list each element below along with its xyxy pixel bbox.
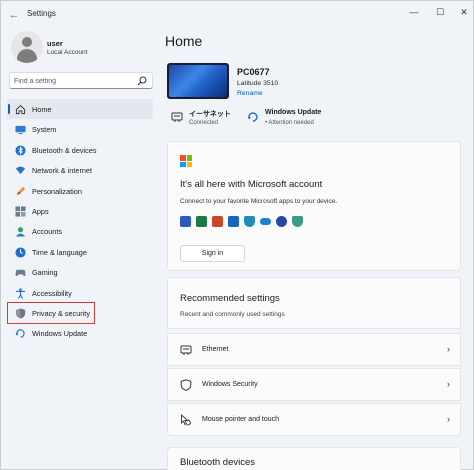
sidebar-item-bluetooth[interactable]: Bluetooth & devices bbox=[7, 140, 153, 160]
section-subtitle: Recent and commonly used settings bbox=[180, 311, 285, 318]
bluetooth-devices-card: Bluetooth devices bbox=[167, 447, 461, 470]
sidebar-item-label: Accessibility bbox=[32, 288, 72, 298]
bluetooth-icon bbox=[15, 145, 26, 156]
sidebar-item-accessibility[interactable]: Accessibility bbox=[7, 283, 153, 303]
device-name: PC0677 bbox=[237, 67, 270, 77]
recommended-row-windows-security[interactable]: Windows Security › bbox=[167, 368, 461, 401]
apps-icon bbox=[15, 206, 26, 217]
section-title: Recommended settings bbox=[180, 293, 280, 304]
avatar bbox=[11, 31, 43, 63]
sidebar-item-label: Apps bbox=[32, 206, 49, 216]
back-arrow-icon[interactable]: ← bbox=[6, 7, 22, 23]
network-icon bbox=[15, 166, 26, 175]
powerpoint-icon bbox=[212, 216, 223, 227]
app-title: Settings bbox=[27, 9, 56, 18]
update-icon bbox=[15, 329, 25, 339]
sidebar-item-apps[interactable]: Apps bbox=[7, 201, 153, 221]
recommended-row-mouse-pointer[interactable]: Mouse pointer and touch › bbox=[167, 403, 461, 436]
search-box[interactable] bbox=[9, 72, 153, 89]
row-label: Mouse pointer and touch bbox=[202, 416, 280, 423]
time-language-icon bbox=[15, 247, 26, 258]
row-label: Windows Security bbox=[202, 381, 258, 388]
chevron-right-icon: › bbox=[447, 344, 450, 354]
word-icon bbox=[180, 216, 191, 227]
device-model: Latitude 3510 bbox=[237, 80, 279, 87]
update-icon bbox=[247, 112, 258, 122]
sidebar-item-home[interactable]: Home bbox=[7, 99, 153, 120]
section-title: Bluetooth devices bbox=[180, 457, 255, 468]
sidebar-item-label: System bbox=[32, 125, 57, 135]
chevron-right-icon: › bbox=[447, 414, 450, 424]
row-label: Ethernet bbox=[202, 346, 229, 353]
teams-icon bbox=[292, 216, 303, 227]
outlook-icon bbox=[228, 216, 239, 227]
accounts-icon bbox=[15, 227, 26, 237]
sidebar-item-label: Personalization bbox=[32, 186, 82, 196]
rename-link[interactable]: Rename bbox=[237, 90, 263, 97]
sidebar-item-system[interactable]: System bbox=[7, 119, 153, 139]
sidebar-item-label: Windows Update bbox=[32, 329, 88, 339]
home-icon bbox=[15, 105, 26, 115]
card-title: It's all here with Microsoft account bbox=[180, 179, 323, 190]
sidebar-item-gaming[interactable]: Gaming bbox=[7, 262, 153, 282]
account-type: Local Account bbox=[47, 49, 88, 56]
microsoft-account-card: It's all here with Microsoft account Con… bbox=[167, 141, 461, 271]
sidebar-item-label: Gaming bbox=[32, 268, 58, 278]
gaming-icon bbox=[15, 269, 26, 277]
sign-in-button[interactable]: Sign in bbox=[180, 245, 245, 262]
search-icon[interactable] bbox=[137, 76, 147, 86]
page-title: Home bbox=[165, 33, 203, 49]
recommended-row-ethernet[interactable]: Ethernet › bbox=[167, 333, 461, 366]
mouse-pointer-icon bbox=[181, 414, 191, 426]
sidebar-item-label: Bluetooth & devices bbox=[32, 145, 97, 155]
search-input[interactable] bbox=[14, 75, 132, 87]
update-status[interactable]: Windows Update • Attention needed bbox=[245, 109, 335, 129]
ethernet-icon bbox=[180, 345, 192, 355]
update-status-title: Windows Update bbox=[265, 109, 322, 116]
sidebar-item-accounts[interactable]: Accounts bbox=[7, 221, 153, 241]
highlight-box bbox=[7, 302, 95, 324]
device-image bbox=[167, 63, 229, 99]
shield-icon bbox=[180, 379, 192, 391]
sidebar-item-label: Network & internet bbox=[32, 166, 93, 176]
clipchamp-icon bbox=[276, 216, 287, 227]
sidebar-item-time-language[interactable]: Time & language bbox=[7, 242, 153, 262]
chevron-right-icon: › bbox=[447, 379, 450, 389]
defender-icon bbox=[244, 216, 255, 227]
recommended-settings-header: Recommended settings Recent and commonly… bbox=[167, 277, 461, 329]
sidebar-item-windows-update[interactable]: Windows Update bbox=[7, 323, 153, 343]
accessibility-icon bbox=[15, 287, 26, 299]
sidebar-item-personalization[interactable]: Personalization bbox=[7, 181, 153, 201]
ethernet-status-text: Connected bbox=[189, 120, 219, 126]
sidebar-item-label: Time & language bbox=[32, 247, 87, 257]
personalization-icon bbox=[16, 186, 26, 195]
user-profile[interactable]: user Local Account bbox=[9, 31, 149, 65]
sidebar-item-label: Accounts bbox=[32, 227, 63, 237]
microsoft-logo-icon bbox=[180, 155, 192, 167]
ethernet-icon bbox=[171, 112, 183, 122]
system-icon bbox=[15, 126, 26, 135]
sidebar-item-label: Home bbox=[32, 105, 52, 114]
excel-icon bbox=[196, 216, 207, 227]
sidebar-item-network[interactable]: Network & internet bbox=[7, 160, 153, 180]
device-summary: PC0677 Latitude 3510 Rename イーサネット Conne… bbox=[167, 63, 461, 133]
user-name: user bbox=[47, 39, 63, 48]
update-status-text: • Attention needed bbox=[265, 120, 314, 126]
main-content: Home PC0677 Latitude 3510 Rename イーサネット … bbox=[165, 1, 465, 470]
ethernet-status-title: イーサネット bbox=[189, 111, 231, 118]
card-description: Connect to your favorite Microsoft apps … bbox=[180, 198, 338, 205]
onedrive-icon bbox=[260, 218, 271, 225]
ethernet-status[interactable]: イーサネット Connected bbox=[169, 109, 239, 129]
